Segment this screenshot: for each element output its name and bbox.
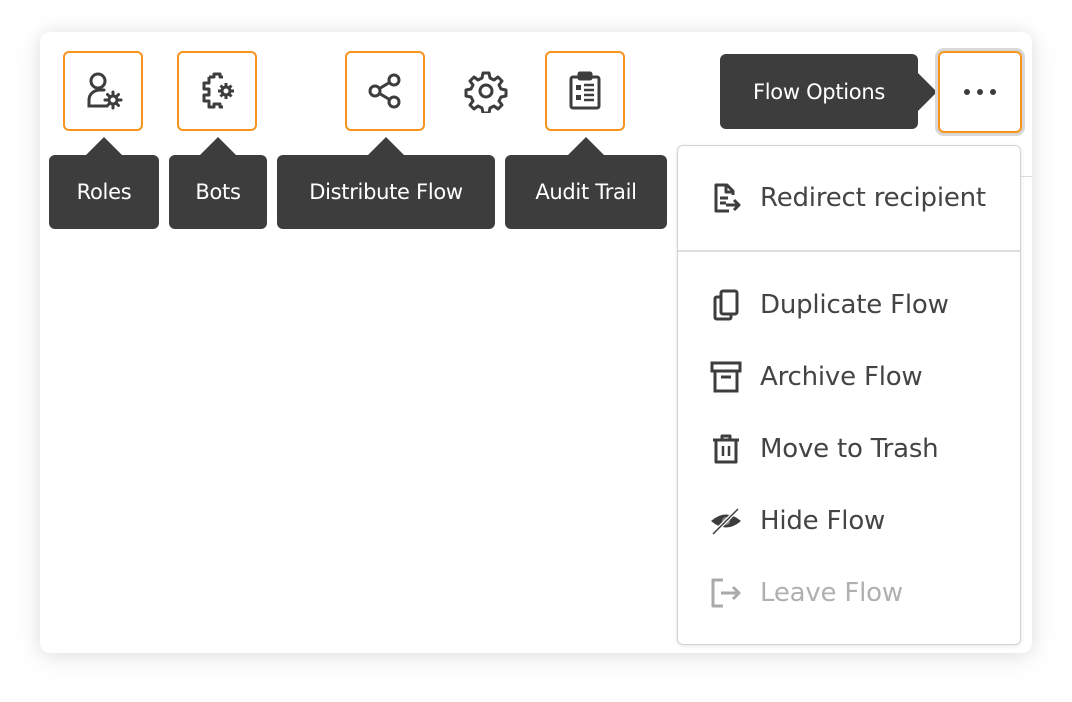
roles-button[interactable] xyxy=(63,51,143,131)
share-icon xyxy=(368,73,401,109)
menu-item-duplicate-flow[interactable]: Duplicate Flow xyxy=(678,275,1020,335)
bots-tooltip: Bots xyxy=(169,137,267,229)
distribute-flow-button[interactable] xyxy=(345,51,425,131)
file-redirect-icon xyxy=(708,180,744,216)
menu-item-move-to-trash[interactable]: Move to Trash xyxy=(678,419,1020,479)
flow-options-button[interactable] xyxy=(938,51,1022,133)
flow-options-menu: Redirect recipient Duplicate Flow Archiv… xyxy=(677,145,1021,645)
copy-icon xyxy=(708,287,744,323)
audit-trail-button[interactable] xyxy=(545,51,625,131)
flow-options-tooltip: Flow Options xyxy=(720,54,937,129)
audit-trail-tooltip: Audit Trail xyxy=(505,137,667,229)
roles-tooltip: Roles xyxy=(49,137,159,229)
menu-item-redirect-recipient[interactable]: Redirect recipient xyxy=(678,168,1020,228)
eye-slash-icon xyxy=(708,503,744,539)
gear-icon xyxy=(464,71,508,113)
ellipsis-icon xyxy=(964,89,970,95)
archive-icon xyxy=(708,359,744,395)
menu-item-leave-flow[interactable]: Leave Flow xyxy=(678,563,1020,623)
menu-item-hide-flow[interactable]: Hide Flow xyxy=(678,491,1020,551)
settings-button[interactable] xyxy=(446,51,526,131)
user-gear-icon xyxy=(87,72,123,110)
sign-out-icon xyxy=(708,575,744,611)
trash-icon xyxy=(708,431,744,467)
bots-button[interactable] xyxy=(177,51,257,131)
puzzle-gear-icon xyxy=(202,72,234,109)
clipboard-list-icon xyxy=(569,71,601,110)
distribute-flow-tooltip: Distribute Flow xyxy=(277,137,495,229)
menu-item-archive-flow[interactable]: Archive Flow xyxy=(678,347,1020,407)
menu-divider xyxy=(678,250,1020,252)
